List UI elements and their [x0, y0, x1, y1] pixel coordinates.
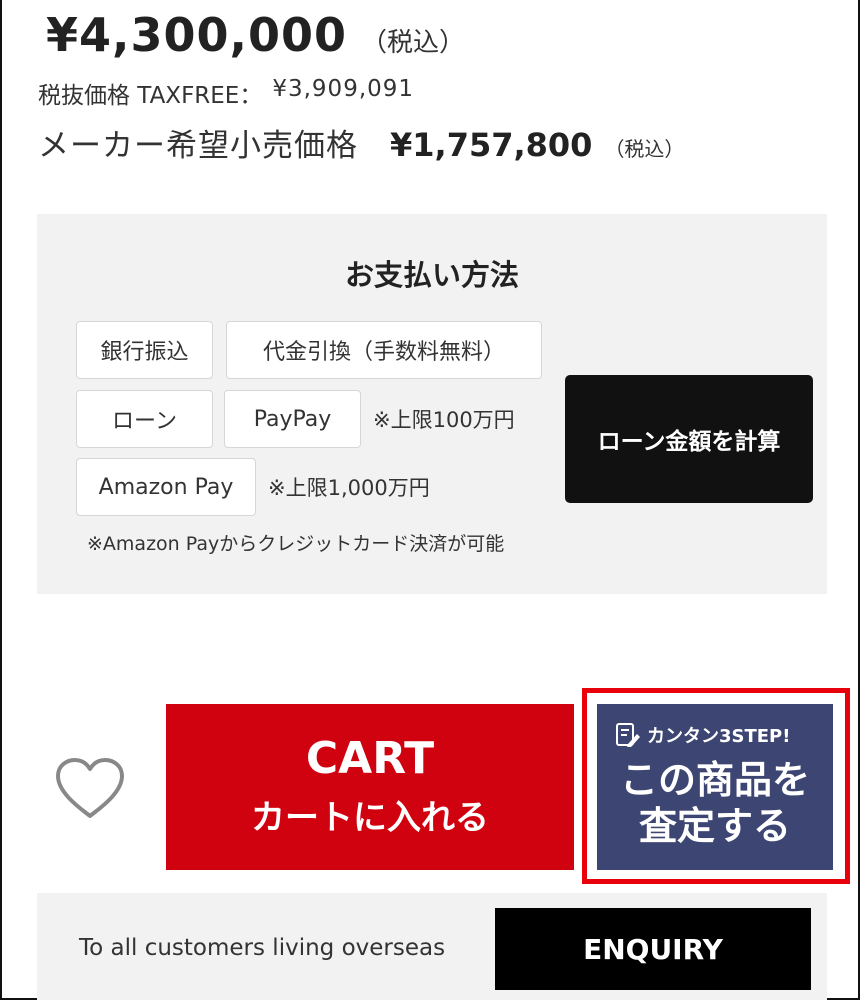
heart-icon[interactable]: [54, 756, 126, 820]
price-main: ¥4,300,000 （税込）: [46, 8, 465, 62]
price-tax-note: （税込）: [361, 28, 466, 58]
cart-label-ja: カートに入れる: [251, 797, 489, 838]
msrp-label: メーカー希望小売価格: [38, 128, 358, 164]
msrp-price: メーカー希望小売価格 ¥1,757,800 （税込）: [38, 120, 684, 165]
payment-method-loan: ローン: [76, 390, 213, 448]
payment-method-cod: 代金引換（手数料無料）: [226, 321, 542, 379]
assess-main-text: この商品を 査定する: [597, 758, 833, 849]
amazon-limit-note: ※上限1,000万円: [268, 476, 430, 500]
add-to-cart-button[interactable]: CART カートに入れる: [166, 704, 574, 870]
assess-line-2: 査定する: [638, 803, 791, 848]
paypay-limit-note: ※上限100万円: [373, 408, 515, 432]
overseas-panel: To all customers living overseas ENQUIRY: [37, 893, 827, 1000]
loan-calc-button[interactable]: ローン金額を計算: [565, 375, 813, 503]
payment-method-bank-transfer: 銀行振込: [76, 321, 213, 379]
assess-top-row: カンタン3STEP!: [615, 722, 790, 748]
payment-method-amazon-pay: Amazon Pay: [76, 458, 256, 516]
taxfree-label: 税抜価格 TAXFREE：: [38, 83, 263, 109]
msrp-amount: ¥1,757,800: [390, 126, 593, 164]
overseas-text: To all customers living overseas: [79, 935, 446, 961]
payment-title: お支払い方法: [344, 258, 519, 292]
price-amount: ¥4,300,000: [46, 8, 348, 62]
payment-method-paypay: PayPay: [224, 390, 361, 448]
msrp-tax-note: （税込）: [604, 137, 685, 161]
assess-top-text: カンタン3STEP!: [647, 726, 791, 747]
taxfree-price: 税抜価格 TAXFREE： ¥3,909,091: [38, 76, 414, 110]
form-pencil-icon: [616, 723, 640, 747]
taxfree-value: ¥3,909,091: [272, 76, 415, 102]
enquiry-button[interactable]: ENQUIRY: [495, 908, 811, 990]
assess-item-button[interactable]: カンタン3STEP! この商品を 査定する: [597, 704, 833, 870]
assess-line-1: この商品を: [619, 758, 810, 802]
cart-label-en: CART: [305, 733, 435, 785]
payment-methods-panel: お支払い方法 銀行振込 代金引換（手数料無料） ローン PayPay ※上限10…: [37, 214, 827, 594]
amazon-credit-note: ※Amazon Payからクレジットカード決済が可能: [87, 533, 505, 555]
